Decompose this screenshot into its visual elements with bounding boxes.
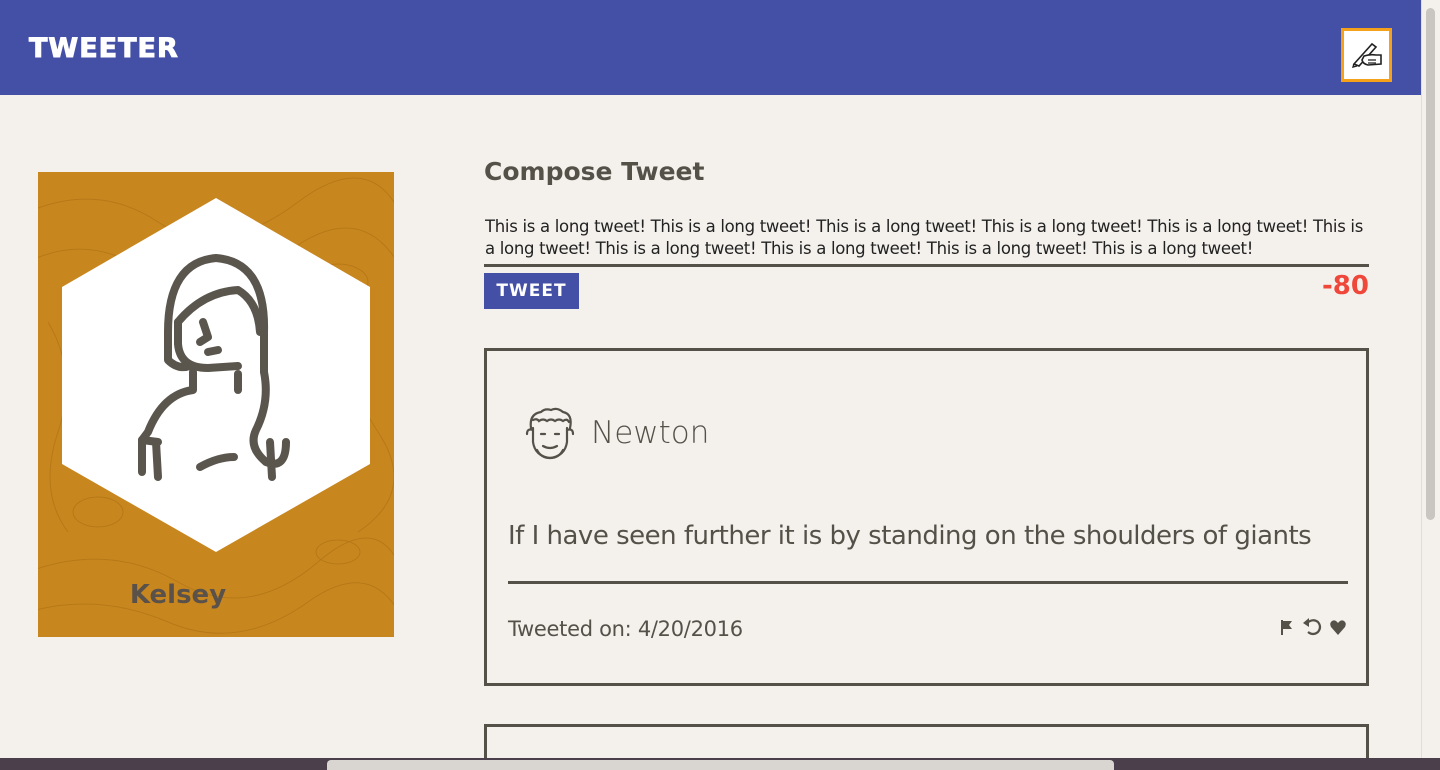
tweet-author[interactable]: Newton: [591, 415, 709, 451]
os-dock: [327, 760, 1114, 770]
woman-avatar-icon: [62, 198, 370, 552]
compose-divider: [484, 264, 1369, 267]
curly-hair-man-avatar-icon: [523, 406, 577, 467]
heart-icon[interactable]: [1329, 619, 1347, 636]
app-window: TWEETER Kelsey Compose Tweet This is a l…: [0, 0, 1421, 758]
tweet-card: Newton If I have seen further it is by s…: [484, 348, 1369, 686]
tweet-textarea[interactable]: This is a long tweet! This is a long twe…: [485, 216, 1369, 262]
scrollbar-thumb[interactable]: [1426, 8, 1435, 520]
tweet-actions: [1279, 617, 1347, 637]
brand-logo[interactable]: TWEETER: [29, 33, 179, 65]
tweet-date: Tweeted on: 4/20/2016: [508, 617, 743, 641]
flag-icon[interactable]: [1279, 618, 1295, 636]
character-counter: -80: [1322, 271, 1369, 301]
writing-hand-icon: [1350, 38, 1384, 73]
profile-name: Kelsey: [129, 580, 227, 610]
compose-title: Compose Tweet: [484, 157, 705, 186]
tweet-body: If I have seen further it is by standing…: [508, 521, 1312, 551]
profile-card: [38, 172, 394, 637]
tweet-divider: [508, 581, 1348, 584]
retweet-icon[interactable]: [1301, 617, 1323, 637]
scrollbar[interactable]: [1421, 0, 1440, 758]
tweet-card: [484, 724, 1369, 758]
tweet-button[interactable]: TWEET: [484, 273, 579, 309]
navbar: TWEETER: [0, 0, 1421, 95]
compose-toggle-button[interactable]: [1341, 28, 1392, 82]
